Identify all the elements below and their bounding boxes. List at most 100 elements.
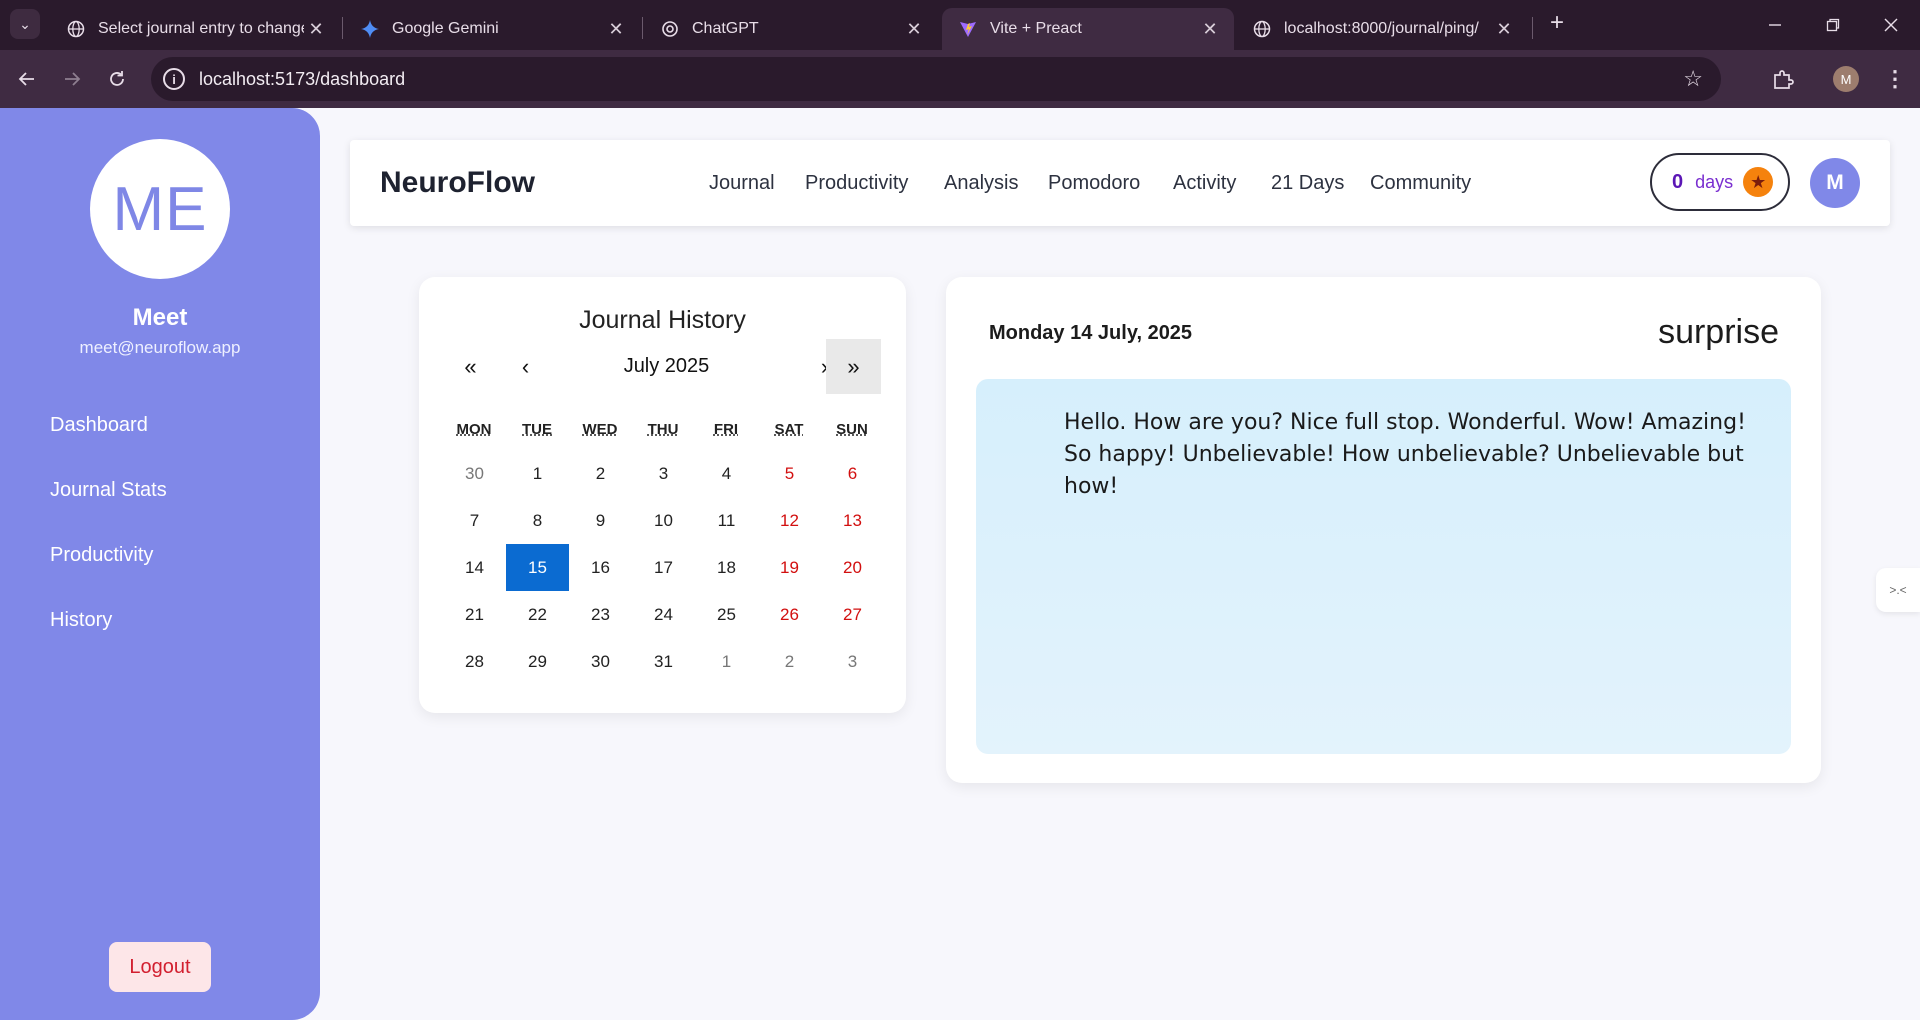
streak-unit: days [1695,171,1734,192]
calendar-day[interactable]: 29 [506,638,569,685]
sidebar-item-history[interactable]: History [50,609,112,632]
calendar-day[interactable]: 8 [506,497,569,544]
journal-entry-card: Monday 14 July, 2025 surprise Hello. How… [946,277,1821,783]
entry-mood: surprise [1658,313,1779,351]
tab-search-button[interactable]: ⌄ [10,9,40,39]
close-icon[interactable]: ✕ [1198,19,1222,40]
calendar-day[interactable]: 26 [758,591,821,638]
nav-link-community[interactable]: Community [1370,172,1471,195]
calendar-day[interactable]: 24 [632,591,695,638]
calendar-month-label[interactable]: July 2025 [549,339,784,394]
calendar-day[interactable]: 3 [632,450,695,497]
calendar-day[interactable]: 2 [758,638,821,685]
calendar-day[interactable]: 28 [443,638,506,685]
browser-profile-avatar[interactable]: M [1833,66,1859,92]
browser-tab-chatgpt[interactable]: ChatGPT ✕ [644,8,938,50]
profile-avatar: ME [90,139,230,279]
calendar-day[interactable]: 23 [569,591,632,638]
tab-title: Google Gemini [392,20,499,37]
calendar-day[interactable]: 25 [695,591,758,638]
tab-separator [1532,17,1533,39]
sidebar-item-dashboard[interactable]: Dashboard [50,414,148,437]
calendar-day[interactable]: 12 [758,497,821,544]
calendar-day[interactable]: 1 [506,450,569,497]
browser-tab-localhost-ping[interactable]: localhost:8000/journal/ping/ ✕ [1236,8,1528,50]
calendar-day[interactable]: 14 [443,544,506,591]
nav-link-21-days[interactable]: 21 Days [1271,172,1344,195]
calendar-day[interactable]: 10 [632,497,695,544]
tab-title: Vite + Preact [990,20,1082,37]
calendar-day[interactable]: 3 [821,638,884,685]
calendar-day[interactable]: 22 [506,591,569,638]
next-year-button[interactable]: » [826,339,881,394]
side-widget-tab[interactable]: >.< [1876,568,1920,612]
weekday-header: TUE [522,421,552,438]
tab-title: ChatGPT [692,20,759,37]
weekday-header: MON [456,421,492,438]
calendar-day[interactable]: 4 [695,450,758,497]
calendar-day[interactable]: 5 [758,450,821,497]
brand-logo-text[interactable]: NeuroFlow [380,166,535,200]
close-icon[interactable]: ✕ [604,19,628,40]
streak-badge[interactable]: 0 days ★ [1650,153,1790,211]
window-close-icon[interactable] [1876,10,1906,40]
nav-link-pomodoro[interactable]: Pomodoro [1048,172,1140,195]
weekday-header: THU [647,421,679,438]
globe-icon [66,19,86,39]
prev-month-button[interactable]: ‹ [498,339,553,394]
calendar-day[interactable]: 16 [569,544,632,591]
entry-date: Monday 14 July, 2025 [989,322,1193,344]
calendar-day[interactable]: 2 [569,450,632,497]
calendar-day[interactable]: 18 [695,544,758,591]
back-arrow-icon[interactable] [12,64,42,94]
sidebar: ME Meet meet@neuroflow.app Dashboard Jou… [0,108,320,1020]
extensions-puzzle-icon[interactable] [1767,63,1799,95]
calendar-day[interactable]: 1 [695,638,758,685]
calendar-day[interactable]: 7 [443,497,506,544]
close-icon[interactable]: ✕ [304,19,328,40]
calendar-day-selected[interactable]: 15 [506,544,569,591]
minimize-icon[interactable] [1760,10,1790,40]
top-navigation: NeuroFlow Journal Productivity Analysis … [350,140,1890,226]
calendar-day[interactable]: 30 [443,450,506,497]
new-tab-plus-icon[interactable]: + [1545,11,1569,36]
nav-link-productivity[interactable]: Productivity [805,172,908,195]
sidebar-item-journal-stats[interactable]: Journal Stats [50,479,167,502]
calendar-day[interactable]: 30 [569,638,632,685]
bookmark-star-icon[interactable]: ☆ [1683,66,1703,92]
calendar-day[interactable]: 17 [632,544,695,591]
tab-separator [342,17,343,39]
prev-year-button[interactable]: « [443,339,498,394]
reload-icon[interactable] [102,64,132,94]
calendar-day[interactable]: 19 [758,544,821,591]
calendar-day[interactable]: 31 [632,638,695,685]
calendar-day[interactable]: 6 [821,450,884,497]
sidebar-item-productivity[interactable]: Productivity [50,544,153,567]
user-avatar[interactable]: M [1810,158,1860,208]
browser-menu-icon[interactable]: ⋮ [1880,64,1910,94]
tab-separator [642,17,643,39]
nav-link-journal[interactable]: Journal [709,172,775,195]
streak-count: 0 [1672,170,1684,193]
browser-tab-gemini[interactable]: Google Gemini ✕ [344,8,640,50]
calendar-day[interactable]: 27 [821,591,884,638]
site-info-icon[interactable]: i [163,68,185,90]
calendar-day[interactable]: 11 [695,497,758,544]
close-icon[interactable]: ✕ [1492,19,1516,40]
calendar-day[interactable]: 20 [821,544,884,591]
restore-icon[interactable] [1818,10,1848,40]
nav-link-activity[interactable]: Activity [1173,172,1236,195]
browser-tab-journal-admin[interactable]: Select journal entry to change | ✕ [50,8,340,50]
close-icon[interactable]: ✕ [902,19,926,40]
star-icon: ★ [1743,167,1774,197]
gemini-icon [360,19,380,39]
logout-button[interactable]: Logout [109,942,211,992]
forward-arrow-icon[interactable] [57,64,87,94]
calendar-day[interactable]: 13 [821,497,884,544]
calendar-day[interactable]: 21 [443,591,506,638]
address-bar[interactable]: i localhost:5173/dashboard ☆ [151,57,1721,101]
browser-tab-vite-active[interactable]: Vite + Preact ✕ [942,8,1234,50]
user-name: Meet [132,304,188,331]
nav-link-analysis[interactable]: Analysis [944,172,1018,195]
calendar-day[interactable]: 9 [569,497,632,544]
